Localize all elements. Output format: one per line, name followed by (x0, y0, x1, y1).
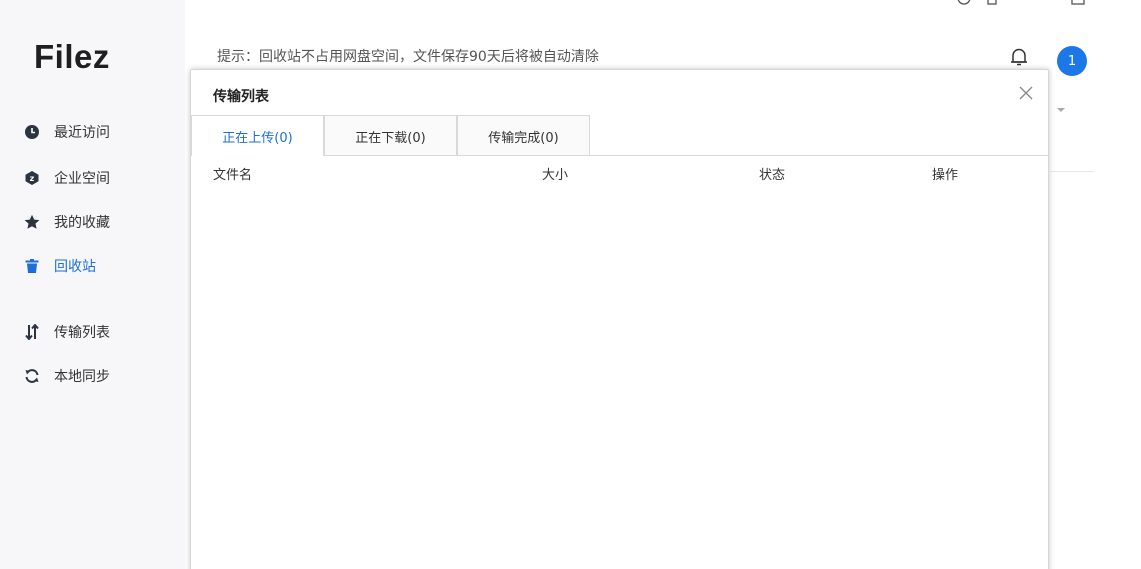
star-icon (24, 214, 40, 230)
recycle-bin-hint: 提示：回收站不占用网盘空间，文件保存90天后将被自动清除 (217, 49, 599, 65)
sidebar-item-label: 最近访问 (54, 125, 110, 141)
sidebar-item-label: 我的收藏 (54, 215, 110, 231)
column-header-status: 状态 (759, 168, 786, 183)
hexagon-icon: z (24, 170, 40, 186)
column-header-actions: 操作 (932, 168, 959, 183)
transfer-list-dialog: 传输列表 正在上传(0) 正在下载(0) 传输完成(0) 文件名 大小 状态 操… (190, 69, 1049, 569)
tab-downloading[interactable]: 正在下载(0) (324, 115, 457, 156)
sidebar-item-transfer-list[interactable]: 传输列表 (24, 322, 110, 342)
clock-icon (24, 124, 40, 140)
sidebar-item-recent[interactable]: 最近访问 (24, 122, 110, 142)
sidebar-item-label: 回收站 (54, 259, 96, 275)
column-header-filename: 文件名 (213, 168, 253, 183)
sidebar-item-label: 企业空间 (54, 171, 110, 187)
trash-icon (24, 258, 40, 274)
tab-uploading[interactable]: 正在上传(0) (191, 115, 324, 156)
transfer-list-body (191, 185, 1048, 565)
sidebar-item-label: 本地同步 (54, 369, 110, 385)
app-window: Filez 最近访问 z 企业空间 我的收藏 回收站 传输列表 本地同步 提示：… (0, 0, 1141, 569)
sidebar-item-local-sync[interactable]: 本地同步 (24, 366, 110, 386)
notification-badge[interactable]: 1 (1057, 46, 1087, 76)
tab-completed[interactable]: 传输完成(0) (457, 115, 590, 156)
svg-text:z: z (30, 174, 35, 183)
help-icon[interactable] (957, 0, 971, 5)
transfer-tabs: 正在上传(0) 正在下载(0) 传输完成(0) (191, 115, 1048, 156)
sidebar-item-favorites[interactable]: 我的收藏 (24, 212, 110, 232)
sidebar-item-label: 传输列表 (54, 325, 110, 341)
chevron-down-icon (1057, 108, 1065, 112)
bell-icon[interactable] (1010, 47, 1028, 67)
feedback-icon[interactable] (987, 0, 997, 5)
close-icon[interactable] (1018, 85, 1034, 101)
sidebar: Filez 最近访问 z 企业空间 我的收藏 回收站 传输列表 本地同步 (0, 0, 185, 569)
sidebar-item-enterprise[interactable]: z 企业空间 (24, 168, 110, 188)
sidebar-item-recycle-bin[interactable]: 回收站 (24, 256, 96, 276)
divider (1050, 171, 1094, 172)
transfer-icon (24, 324, 40, 340)
column-header-size: 大小 (542, 168, 569, 183)
sync-icon (24, 368, 40, 384)
app-logo: Filez (34, 38, 110, 75)
maximize-icon[interactable] (1071, 0, 1085, 5)
dialog-title: 传输列表 (213, 89, 269, 105)
